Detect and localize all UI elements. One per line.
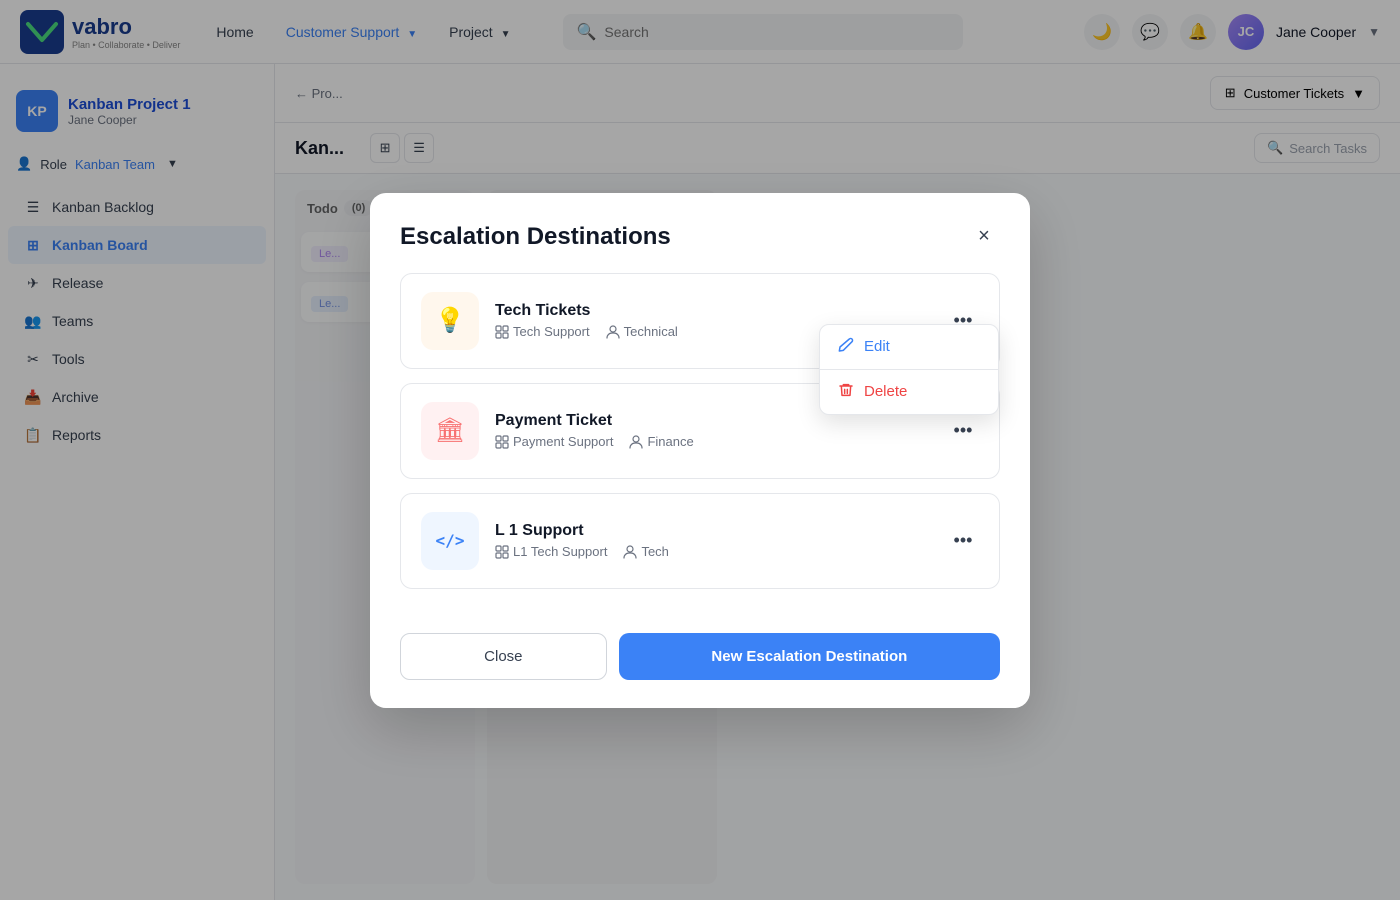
payment-ticket-meta: Payment Support Finance bbox=[495, 434, 931, 449]
modal-body: 💡 Tech Tickets Tech Support Technical bbox=[370, 273, 1030, 613]
context-menu: Edit Delete bbox=[819, 324, 999, 415]
close-button[interactable]: Close bbox=[400, 633, 607, 680]
payment-ticket-name: Payment Ticket bbox=[495, 412, 931, 430]
board-icon2 bbox=[495, 435, 509, 449]
l1-support-meta: L1 Tech Support Tech bbox=[495, 544, 931, 559]
modal-close-button[interactable]: × bbox=[968, 221, 1000, 253]
edit-icon bbox=[838, 337, 854, 357]
escalation-item-l1-support: </> L 1 Support L1 Tech Support Tech bbox=[400, 493, 1000, 589]
tech-tickets-team: Technical bbox=[606, 324, 678, 339]
modal-title: Escalation Destinations bbox=[400, 223, 671, 251]
team-icon3 bbox=[623, 545, 637, 559]
modal-header: Escalation Destinations × bbox=[370, 193, 1030, 273]
payment-team: Finance bbox=[629, 434, 693, 449]
modal-footer: Close New Escalation Destination bbox=[370, 613, 1030, 708]
modal-overlay: Escalation Destinations × 💡 Tech Tickets… bbox=[0, 0, 1400, 900]
payment-board: Payment Support bbox=[495, 434, 613, 449]
delete-icon bbox=[838, 382, 854, 402]
payment-ticket-more-button[interactable]: ••• bbox=[947, 415, 979, 447]
l1-support-icon: </> bbox=[421, 512, 479, 570]
board-icon3 bbox=[495, 545, 509, 559]
l1-support-name: L 1 Support bbox=[495, 522, 931, 540]
l1-support-info: L 1 Support L1 Tech Support Tech bbox=[495, 522, 931, 559]
team-icon bbox=[606, 325, 620, 339]
payment-ticket-info: Payment Ticket Payment Support Finance bbox=[495, 412, 931, 449]
escalation-destinations-modal: Escalation Destinations × 💡 Tech Tickets… bbox=[370, 193, 1030, 708]
team-icon2 bbox=[629, 435, 643, 449]
tech-tickets-icon: 💡 bbox=[421, 292, 479, 350]
tech-tickets-board: Tech Support bbox=[495, 324, 590, 339]
payment-ticket-icon: 🏛 bbox=[421, 402, 479, 460]
context-menu-edit[interactable]: Edit bbox=[820, 325, 998, 369]
board-icon bbox=[495, 325, 509, 339]
new-escalation-destination-button[interactable]: New Escalation Destination bbox=[619, 633, 1000, 680]
l1-team: Tech bbox=[623, 544, 668, 559]
context-menu-delete[interactable]: Delete bbox=[820, 370, 998, 414]
tech-tickets-name: Tech Tickets bbox=[495, 302, 931, 320]
l1-support-more-button[interactable]: ••• bbox=[947, 525, 979, 557]
escalation-item-tech-tickets: 💡 Tech Tickets Tech Support Technical bbox=[400, 273, 1000, 369]
l1-board: L1 Tech Support bbox=[495, 544, 607, 559]
